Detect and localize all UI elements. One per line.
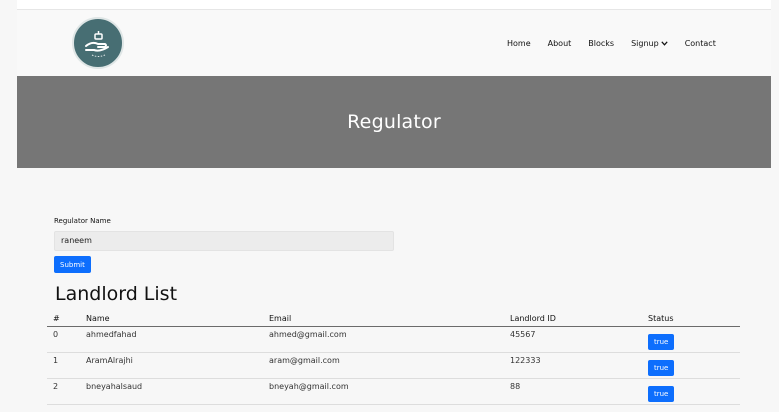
- page-title: Regulator: [347, 111, 441, 133]
- row-name: ahmedfahad: [86, 330, 137, 339]
- header-status: Status: [648, 314, 674, 323]
- header-email: Email: [269, 314, 292, 323]
- header-name: Name: [86, 314, 110, 323]
- nav-home[interactable]: Home: [507, 39, 531, 48]
- nav-signup-dropdown[interactable]: Signup: [631, 39, 668, 48]
- header-index: #: [53, 314, 60, 323]
- row-name: bneyahalsaud: [86, 382, 143, 391]
- row-index: 0: [53, 330, 59, 339]
- navbar: Home About Blocks Signup Contact: [17, 9, 771, 77]
- row-landlord-id: 88: [510, 382, 521, 391]
- nav-contact[interactable]: Contact: [685, 39, 716, 48]
- landlord-table: # Name Email Landlord ID Status 0 ahmedf…: [47, 308, 740, 405]
- submit-button[interactable]: Submit: [54, 256, 91, 273]
- hand-key-icon: [85, 31, 109, 57]
- regulator-name-input[interactable]: raneem: [54, 231, 394, 251]
- nav-blocks[interactable]: Blocks: [588, 39, 614, 48]
- row-email: ahmed@gmail.com: [269, 330, 347, 339]
- status-button[interactable]: true: [648, 334, 675, 350]
- header-landlord-id: Landlord ID: [510, 314, 556, 323]
- regulator-form: Regulator Name raneem Submit: [54, 217, 394, 273]
- nav-menu: Home About Blocks Signup Contact: [507, 10, 733, 77]
- nav-signup-label: Signup: [631, 39, 659, 48]
- table-row: 0 ahmedfahad ahmed@gmail.com 45567 true: [47, 327, 740, 353]
- table-row: 1 AramAlrajhi aram@gmail.com 122333 true: [47, 353, 740, 379]
- row-email: aram@gmail.com: [269, 356, 340, 365]
- regulator-name-label: Regulator Name: [54, 217, 111, 225]
- table-header: # Name Email Landlord ID Status: [47, 308, 740, 327]
- status-button[interactable]: true: [648, 360, 675, 376]
- row-index: 2: [53, 382, 59, 391]
- hero-banner: Regulator: [17, 76, 771, 168]
- row-landlord-id: 45567: [510, 330, 536, 339]
- row-email: bneyah@gmail.com: [269, 382, 349, 391]
- brand-logo[interactable]: [72, 17, 124, 69]
- row-landlord-id: 122333: [510, 356, 541, 365]
- table-row: 2 bneyahalsaud bneyah@gmail.com 88 true: [47, 379, 740, 405]
- landlord-list-heading: Landlord List: [55, 283, 178, 305]
- window-top-strip: [17, 0, 771, 9]
- chevron-down-icon: [661, 41, 668, 46]
- row-index: 1: [53, 356, 59, 365]
- row-name: AramAlrajhi: [86, 356, 133, 365]
- status-button[interactable]: true: [648, 386, 675, 402]
- nav-about[interactable]: About: [548, 39, 572, 48]
